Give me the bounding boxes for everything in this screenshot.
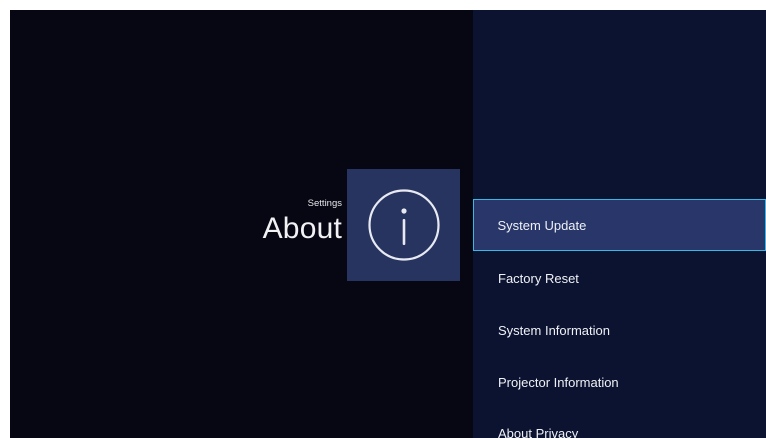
info-icon [367, 189, 440, 261]
menu-item-system-information[interactable]: System Information [473, 304, 766, 356]
breadcrumb: Settings [307, 198, 342, 209]
menu-item-label: Projector Information [498, 374, 619, 390]
menu-item-label: System Update [497, 217, 587, 233]
menu-item-factory-reset[interactable]: Factory Reset [473, 252, 766, 304]
menu-item-about-privacy[interactable]: About Privacy [473, 407, 766, 438]
menu-item-label: Factory Reset [498, 270, 579, 286]
menu-item-projector-information[interactable]: Projector Information [473, 356, 766, 408]
menu-item-label: About Privacy [498, 425, 579, 438]
page-title: About [262, 212, 342, 245]
info-icon-tile [347, 169, 460, 281]
about-settings-screen: Settings About System Update Factory Res… [10, 10, 766, 438]
left-pane: Settings About [10, 10, 473, 438]
menu-item-label: System Information [498, 322, 610, 338]
menu-item-system-update[interactable]: System Update [473, 199, 766, 251]
